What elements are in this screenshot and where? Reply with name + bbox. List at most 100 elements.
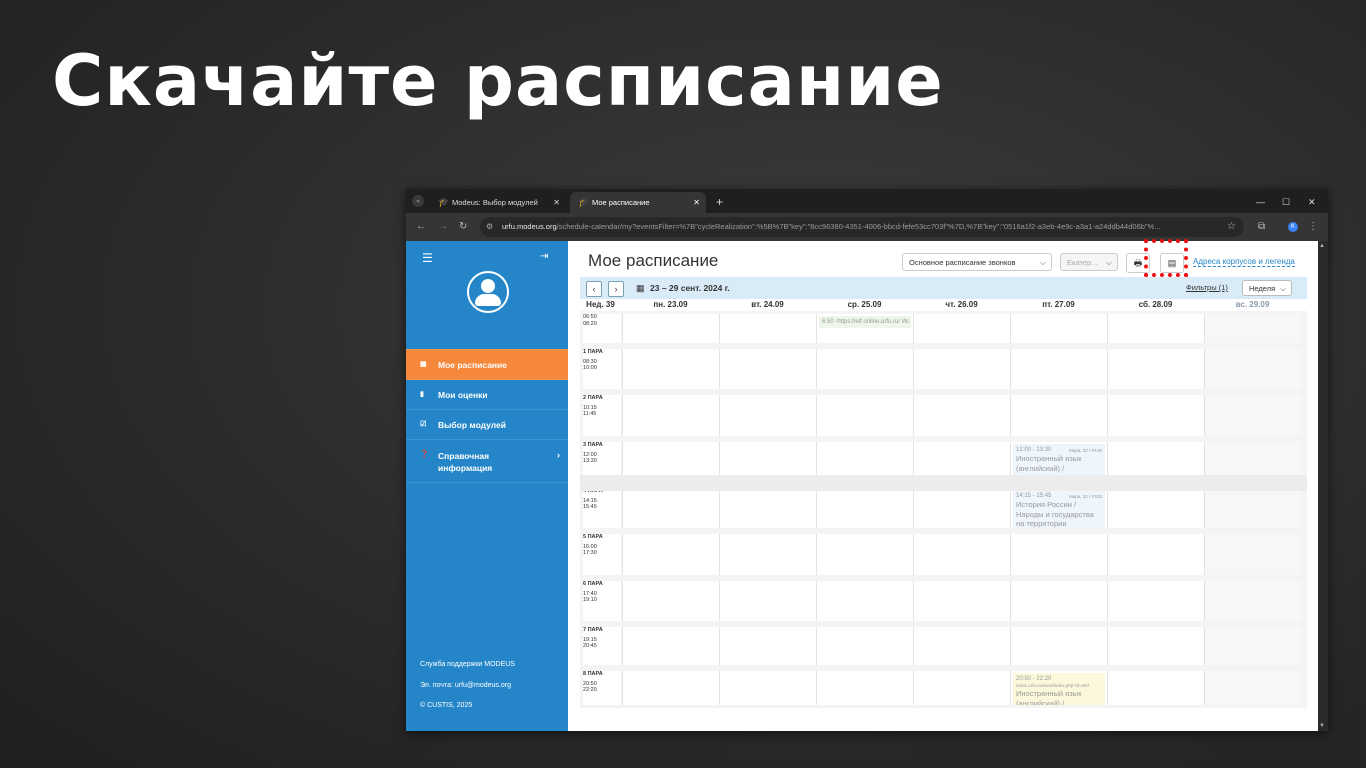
calendar-cell[interactable]	[719, 581, 816, 621]
week-range[interactable]: 23 – 29 сент. 2024 г.	[650, 277, 730, 299]
calendar-cell[interactable]	[719, 395, 816, 436]
calendar-cell[interactable]	[622, 488, 719, 528]
prev-week-button[interactable]: ‹	[586, 281, 602, 297]
calendar-cell[interactable]	[816, 627, 913, 665]
tab-modules[interactable]: 🎓 Modeus: Выбор модулей ✕	[430, 192, 566, 213]
calendar-cell[interactable]	[913, 581, 1010, 621]
event-card[interactable]: 14:15 - 15:45 Мира, 32 / Р233 История Росс…	[1013, 490, 1105, 528]
bookmark-star-icon[interactable]: ☆	[1227, 217, 1236, 237]
calendar-cell[interactable]	[816, 349, 913, 389]
calendar-cell[interactable]	[622, 534, 719, 575]
calendar-cell[interactable]	[1107, 395, 1204, 436]
calendar-cell[interactable]	[913, 671, 1010, 705]
calendar-cell[interactable]	[1204, 488, 1301, 528]
calendar-cell[interactable]	[1010, 349, 1107, 389]
url-host: urfu.modeus.org	[502, 222, 557, 231]
chevron-down-icon: ⌵	[1105, 258, 1112, 267]
calendar-cell[interactable]: 6:50 -https://elf.online.urfu.ru/ Ис	[816, 314, 913, 343]
reload-icon[interactable]: ↻	[459, 213, 467, 241]
tab-search-icon[interactable]: ⌄	[412, 195, 424, 207]
site-settings-icon[interactable]: ⚙	[486, 217, 493, 237]
calendar-cell[interactable]	[1010, 627, 1107, 665]
scroll-up-icon[interactable]: ▲	[1319, 243, 1325, 249]
slot-start: 19:15	[583, 636, 597, 643]
sidebar-item-modules[interactable]: ☑ Выбор модулей	[406, 409, 568, 440]
more-menu-icon[interactable]: ⋮	[1308, 213, 1318, 241]
calendar-cell[interactable]	[719, 671, 816, 705]
calendar-cell[interactable]	[622, 314, 719, 343]
calendar-cell[interactable]	[1107, 581, 1204, 621]
profile-avatar[interactable]: K	[1288, 222, 1298, 232]
url-field[interactable]: ⚙ urfu.modeus.org/schedule-calendar/my?e…	[480, 217, 1244, 237]
calendar-cell[interactable]	[622, 671, 719, 705]
bell-schedule-select[interactable]: Основное расписание звонков ⌵	[902, 253, 1052, 271]
view-select[interactable]: Неделя ⌵	[1242, 280, 1292, 296]
minimize-icon[interactable]: —	[1256, 192, 1265, 213]
calendar-cell[interactable]	[719, 314, 816, 343]
calendar-cell[interactable]	[1204, 314, 1301, 343]
calendar-cell[interactable]	[719, 349, 816, 389]
calendar-cell[interactable]	[913, 534, 1010, 575]
calendar-cell[interactable]: 14:15 - 15:45 Мира, 32 / Р233 История Росс…	[1010, 488, 1107, 528]
calendar-cell[interactable]	[816, 395, 913, 436]
calendar-cell[interactable]	[913, 488, 1010, 528]
calendar-cell[interactable]	[1204, 627, 1301, 665]
sidebar-item-help[interactable]: ❓ Справочная информация ›	[406, 439, 568, 483]
scroll-down-icon[interactable]: ▼	[1319, 723, 1325, 729]
close-icon[interactable]: ✕	[693, 192, 700, 213]
calendar-cell[interactable]	[1107, 627, 1204, 665]
calendar-cell[interactable]	[816, 488, 913, 528]
calendar-cell[interactable]	[1010, 314, 1107, 343]
close-icon[interactable]: ✕	[553, 192, 560, 213]
event-card[interactable]: 20:50 - 22:20 sam1.urfu.ru/enrol/index.ph…	[1013, 673, 1105, 705]
tab-schedule[interactable]: 🎓 Мое расписание ✕	[570, 192, 706, 213]
calendar-cell[interactable]	[1010, 534, 1107, 575]
logout-icon[interactable]: ⇥	[540, 251, 548, 262]
calendar-cell[interactable]	[1107, 534, 1204, 575]
addresses-link[interactable]: Адреса корпусов и легенда	[1193, 257, 1295, 267]
calendar-cell[interactable]	[816, 581, 913, 621]
next-week-button[interactable]: ›	[608, 281, 624, 297]
calendar-cell[interactable]	[1107, 488, 1204, 528]
calendar-cell[interactable]	[1010, 581, 1107, 621]
close-window-icon[interactable]: ✕	[1308, 192, 1316, 213]
calendar-cell[interactable]: 20:50 - 22:20 sam1.urfu.ru/enrol/index.ph…	[1010, 671, 1107, 705]
calendar-cell[interactable]	[622, 349, 719, 389]
calendar-cell[interactable]	[1010, 395, 1107, 436]
calendar-cell[interactable]	[1204, 395, 1301, 436]
calendar-cell[interactable]	[1204, 671, 1301, 705]
extensions-icon[interactable]: ⧉	[1258, 213, 1265, 241]
city-select[interactable]: Екатер... ⌵	[1060, 253, 1118, 271]
calendar-cell[interactable]	[913, 349, 1010, 389]
calendar-cell[interactable]	[1204, 534, 1301, 575]
calendar-cell[interactable]	[719, 488, 816, 528]
page-title: Мое расписание	[588, 251, 719, 270]
calendar-cell[interactable]	[816, 534, 913, 575]
calendar-cell[interactable]	[1107, 671, 1204, 705]
maximize-icon[interactable]: ☐	[1282, 192, 1290, 213]
calendar-cell[interactable]	[622, 581, 719, 621]
scrollbar[interactable]: ▲ ▼	[1318, 241, 1328, 731]
sidebar-item-schedule[interactable]: ▦ Мое расписание	[406, 349, 568, 380]
menu-icon[interactable]: ☰	[422, 251, 433, 265]
calendar-cell[interactable]	[913, 627, 1010, 665]
sidebar-item-grades[interactable]: ▮ Мои оценки	[406, 379, 568, 410]
event-card[interactable]: 6:50 -https://elf.online.urfu.ru/ Ис	[819, 316, 911, 328]
calendar-cell[interactable]	[1204, 349, 1301, 389]
calendar-cell[interactable]	[816, 671, 913, 705]
forward-icon[interactable]: →	[438, 213, 448, 241]
calendar-cell[interactable]	[719, 627, 816, 665]
calendar-cell[interactable]	[622, 627, 719, 665]
filters-link[interactable]: Фильтры (1)	[1186, 277, 1228, 299]
support-email[interactable]: Эл. почта: urfu@modeus.org	[420, 682, 511, 689]
calendar-cell[interactable]	[1204, 581, 1301, 621]
calendar-cell[interactable]	[622, 395, 719, 436]
calendar-cell[interactable]	[1107, 349, 1204, 389]
back-icon[interactable]: ←	[416, 213, 426, 241]
calendar-cell[interactable]	[913, 314, 1010, 343]
new-tab-icon[interactable]: +	[716, 192, 723, 213]
calendar-cell[interactable]	[719, 534, 816, 575]
calendar-cell[interactable]	[913, 395, 1010, 436]
calendar-cell[interactable]	[1107, 314, 1204, 343]
slot-name: 3 ПАРА	[583, 442, 603, 448]
